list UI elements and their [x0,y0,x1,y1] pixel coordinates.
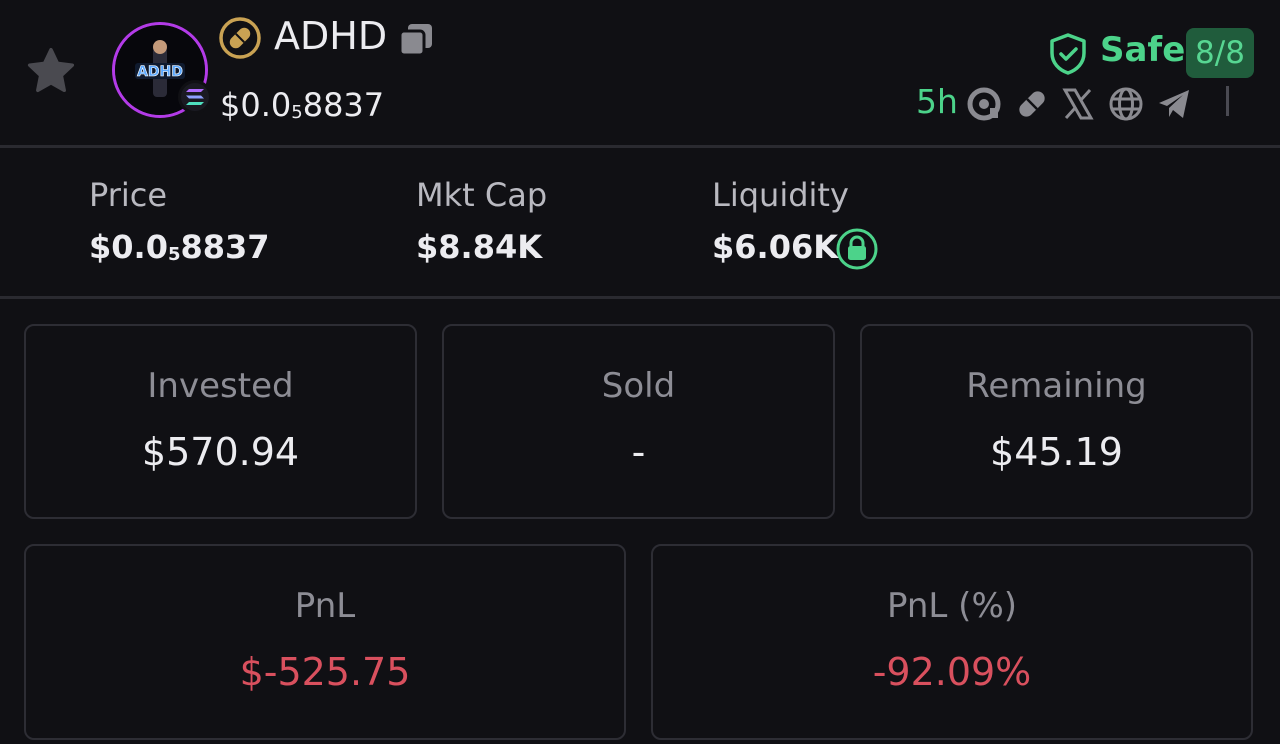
sold-label: Sold [601,366,676,406]
globe-icon[interactable] [1108,86,1144,122]
x-icon[interactable] [1060,86,1096,122]
sold-card: Sold - [442,324,835,519]
solana-chain-badge [178,80,212,114]
pnl-percent-value: -92.09% [872,650,1032,694]
token-name: ADHD [274,14,388,58]
safety-label: Safe [1100,30,1186,70]
token-position-panel: ADHD ADHD $0.058837 Safe 8/8 5h Price $0… [0,0,1280,744]
shield-check-icon [1050,33,1086,75]
safety-score-badge[interactable]: 8/8 [1186,28,1254,78]
pnl-card: PnL $-525.75 [24,544,626,740]
price-value: $0.058837 [89,228,270,266]
remaining-label: Remaining [966,366,1147,406]
liquidity-value: $6.06K [712,228,839,266]
price-label: Price [89,176,168,214]
pump-pill-badge-icon [219,17,261,59]
favorite-star-icon[interactable] [24,44,78,98]
remaining-card: Remaining $45.19 [860,324,1253,519]
stats-separator [0,296,1280,299]
token-header: ADHD ADHD $0.058837 Safe 8/8 5h [0,0,1280,146]
header-divider [1226,86,1229,116]
market-cap-value: $8.84K [416,228,543,266]
invested-label: Invested [147,366,294,406]
header-separator [0,145,1280,148]
liquidity-label: Liquidity [712,176,849,214]
token-avatar: ADHD [112,22,212,120]
pnl-label: PnL [294,586,356,626]
remaining-value: $45.19 [990,430,1123,474]
sold-value: - [631,430,646,474]
liquidity-lock-icon [836,228,878,270]
pnl-percent-card: PnL (%) -92.09% [651,544,1253,740]
header-price: $0.058837 [220,86,385,124]
copy-icon[interactable] [396,22,436,58]
svg-text:ADHD: ADHD [137,64,183,80]
market-cap-label: Mkt Cap [416,176,548,214]
pnl-value: $-525.75 [239,650,411,694]
telegram-icon[interactable] [1156,86,1192,122]
invested-value: $570.94 [141,430,300,474]
pill-icon[interactable] [1014,86,1050,122]
token-age: 5h [916,82,958,121]
solana-icon [186,89,204,105]
invested-card: Invested $570.94 [24,324,417,519]
pnl-percent-label: PnL (%) [886,586,1018,626]
pump-icon[interactable] [966,86,1002,122]
